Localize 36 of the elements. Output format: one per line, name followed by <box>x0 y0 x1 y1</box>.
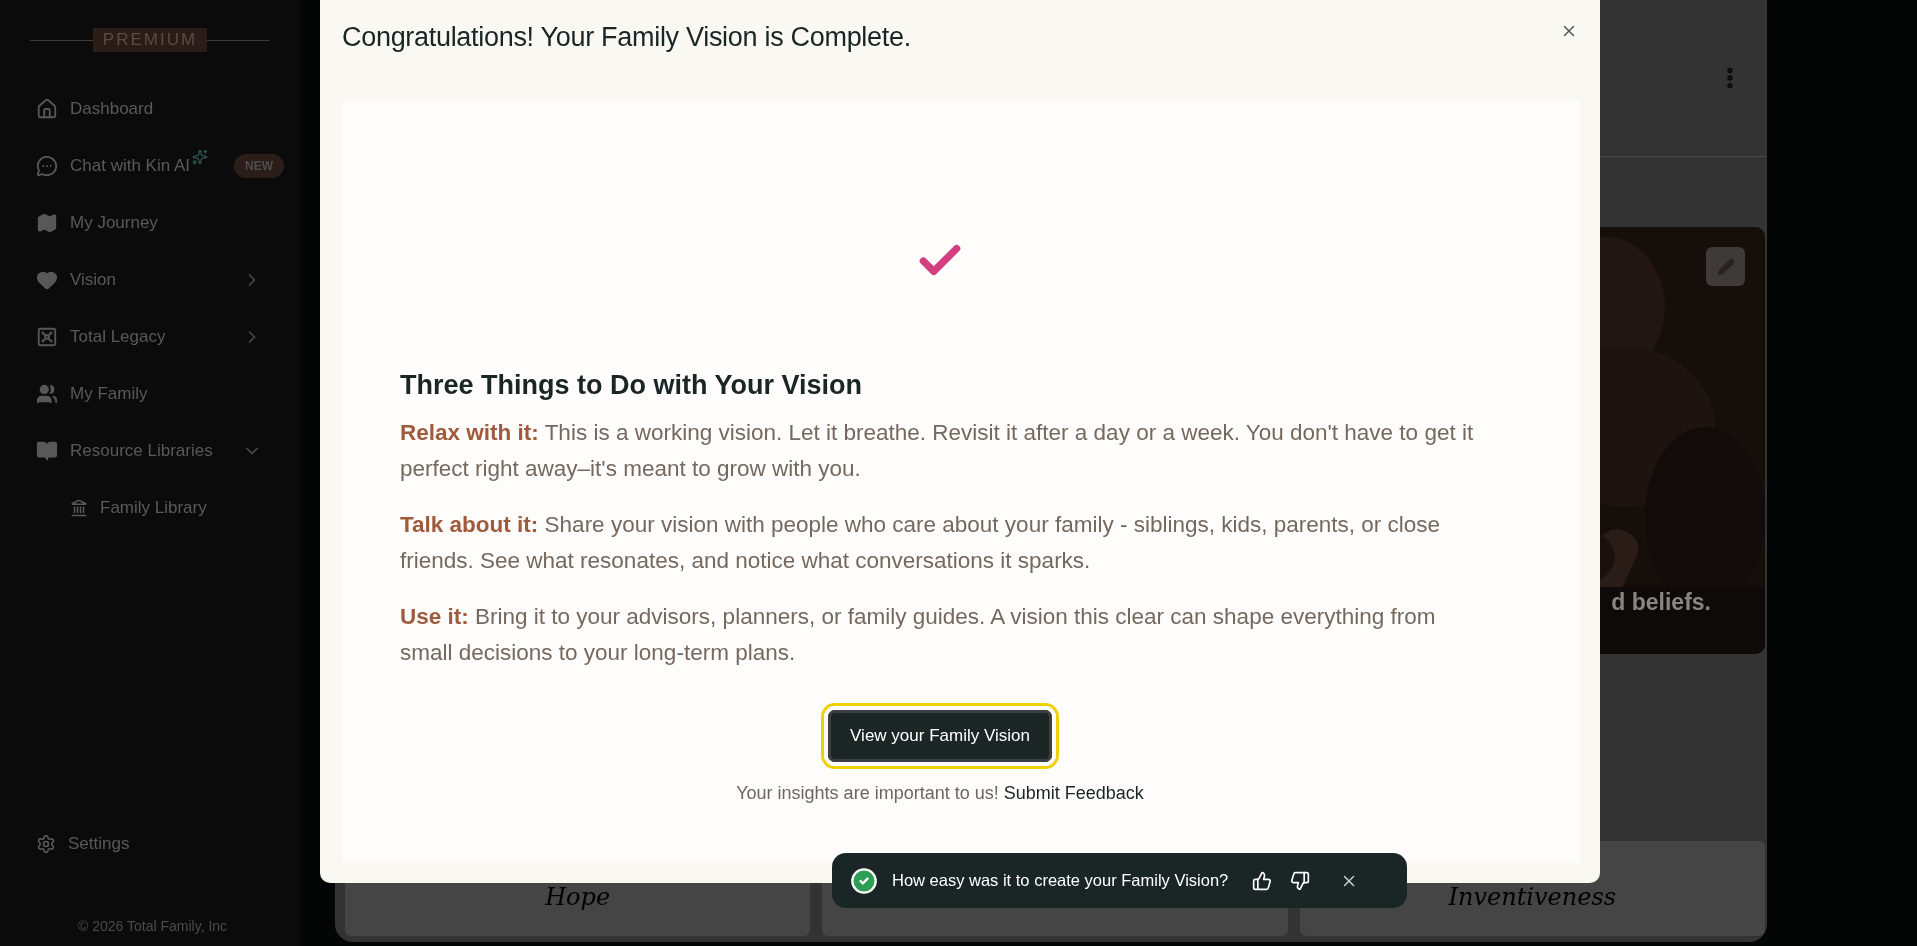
view-vision-button[interactable]: View your Family Vision <box>824 706 1056 766</box>
thumbs-down-icon <box>1290 870 1311 891</box>
nav-item[interactable]: Settings <box>68 833 130 854</box>
pencil-icon <box>1716 257 1735 276</box>
edit-button[interactable] <box>1706 247 1745 286</box>
feedback-text: Your insights are important to us! <box>736 783 999 804</box>
modal-title: Congratulations! Your Family Vision is Complete. <box>342 22 911 53</box>
bank-icon <box>70 498 88 517</box>
nav-item[interactable]: Total Legacy <box>70 326 166 347</box>
nav-item[interactable]: Vision <box>70 269 116 290</box>
tip-paragraph: Relax with it: This is a working vision. Let it breathe. Revisit it after a day or a week. You don't have to get it perfect right away–it's meant to grow with you. <box>400 419 1475 483</box>
nav-icon <box>36 325 58 348</box>
thumbs-up-icon <box>1252 870 1273 891</box>
copyright-text: © 2026 Total Family, Inc <box>77 918 229 934</box>
submit-feedback-link[interactable]: Submit Feedback <box>1003 783 1144 804</box>
toast-text: How easy was it to create your Family Vision? <box>892 871 1229 890</box>
nav-item[interactable]: Family Library <box>100 497 207 518</box>
value-text: Hope <box>545 883 611 913</box>
nav-icon <box>36 97 58 120</box>
tip-paragraph: Use it: Bring it to your advisors, planners, or family guides. A vision this clear can shape everything from small decisions to your long-term plans. <box>400 603 1437 667</box>
nav-item[interactable]: Chat with Kin AI <box>70 155 190 176</box>
nav-item[interactable]: Dashboard <box>70 98 154 119</box>
nav-icon <box>36 382 58 405</box>
nav-item[interactable]: My Journey <box>70 212 158 233</box>
tip-paragraph: Talk about it: Share your vision with people who care about your family - siblings, kids, parents, or close friends. See what resonates, and notice what conversations it sparks. <box>400 511 1442 575</box>
settings-icon <box>36 833 56 854</box>
nav-icon <box>36 439 58 462</box>
success-icon <box>850 866 878 895</box>
card-text: d beliefs. <box>1611 589 1711 616</box>
section-heading: Three Things to Do with Your Vision <box>400 370 864 401</box>
nav-item[interactable]: My Family <box>70 383 148 404</box>
nav-icon <box>36 211 58 234</box>
nav-item[interactable]: Resource Libraries <box>70 440 213 461</box>
value-text: Inventiveness <box>1448 883 1617 913</box>
nav-icon <box>36 154 58 177</box>
sparkle-icon <box>192 148 208 165</box>
